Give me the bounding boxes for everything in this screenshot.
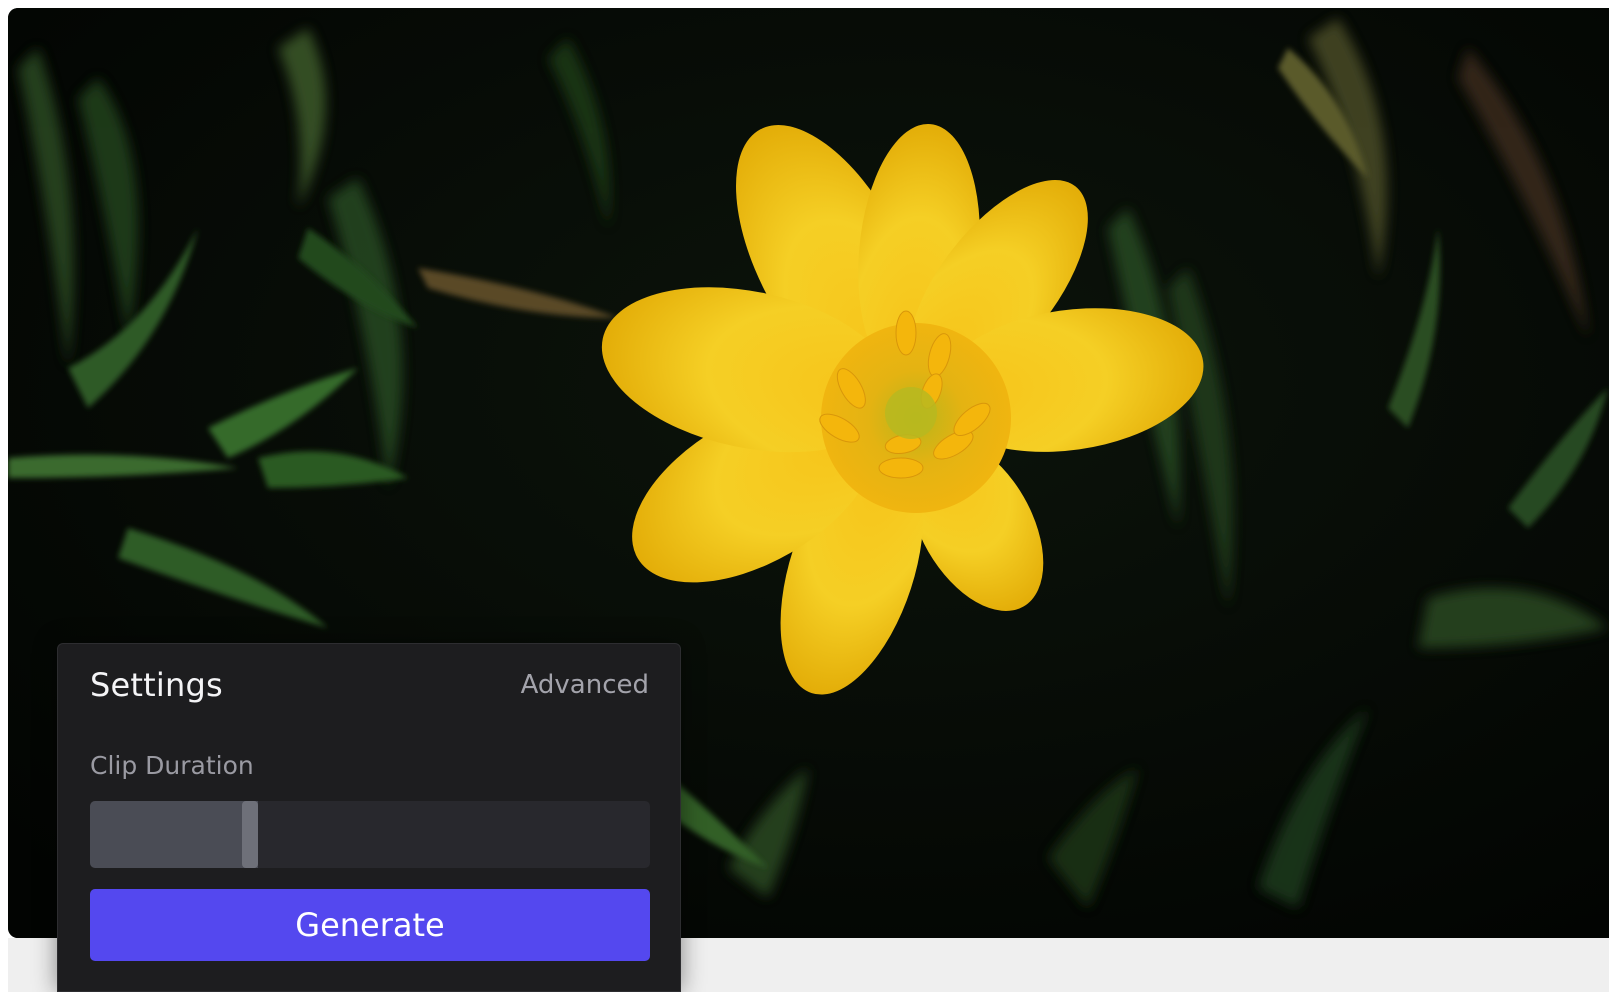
clip-duration-slider[interactable]: [90, 801, 650, 868]
clip-duration-slider-fill: [90, 801, 258, 868]
settings-panel: Settings Advanced Clip Duration Generate: [57, 643, 681, 992]
advanced-button[interactable]: Advanced: [521, 670, 649, 700]
clip-duration-slider-handle[interactable]: [242, 801, 258, 868]
page: Settings Advanced Clip Duration Generate: [0, 0, 1609, 992]
clip-duration-label: Clip Duration: [90, 751, 254, 780]
generate-button[interactable]: Generate: [90, 889, 650, 961]
settings-title: Settings: [90, 666, 223, 704]
